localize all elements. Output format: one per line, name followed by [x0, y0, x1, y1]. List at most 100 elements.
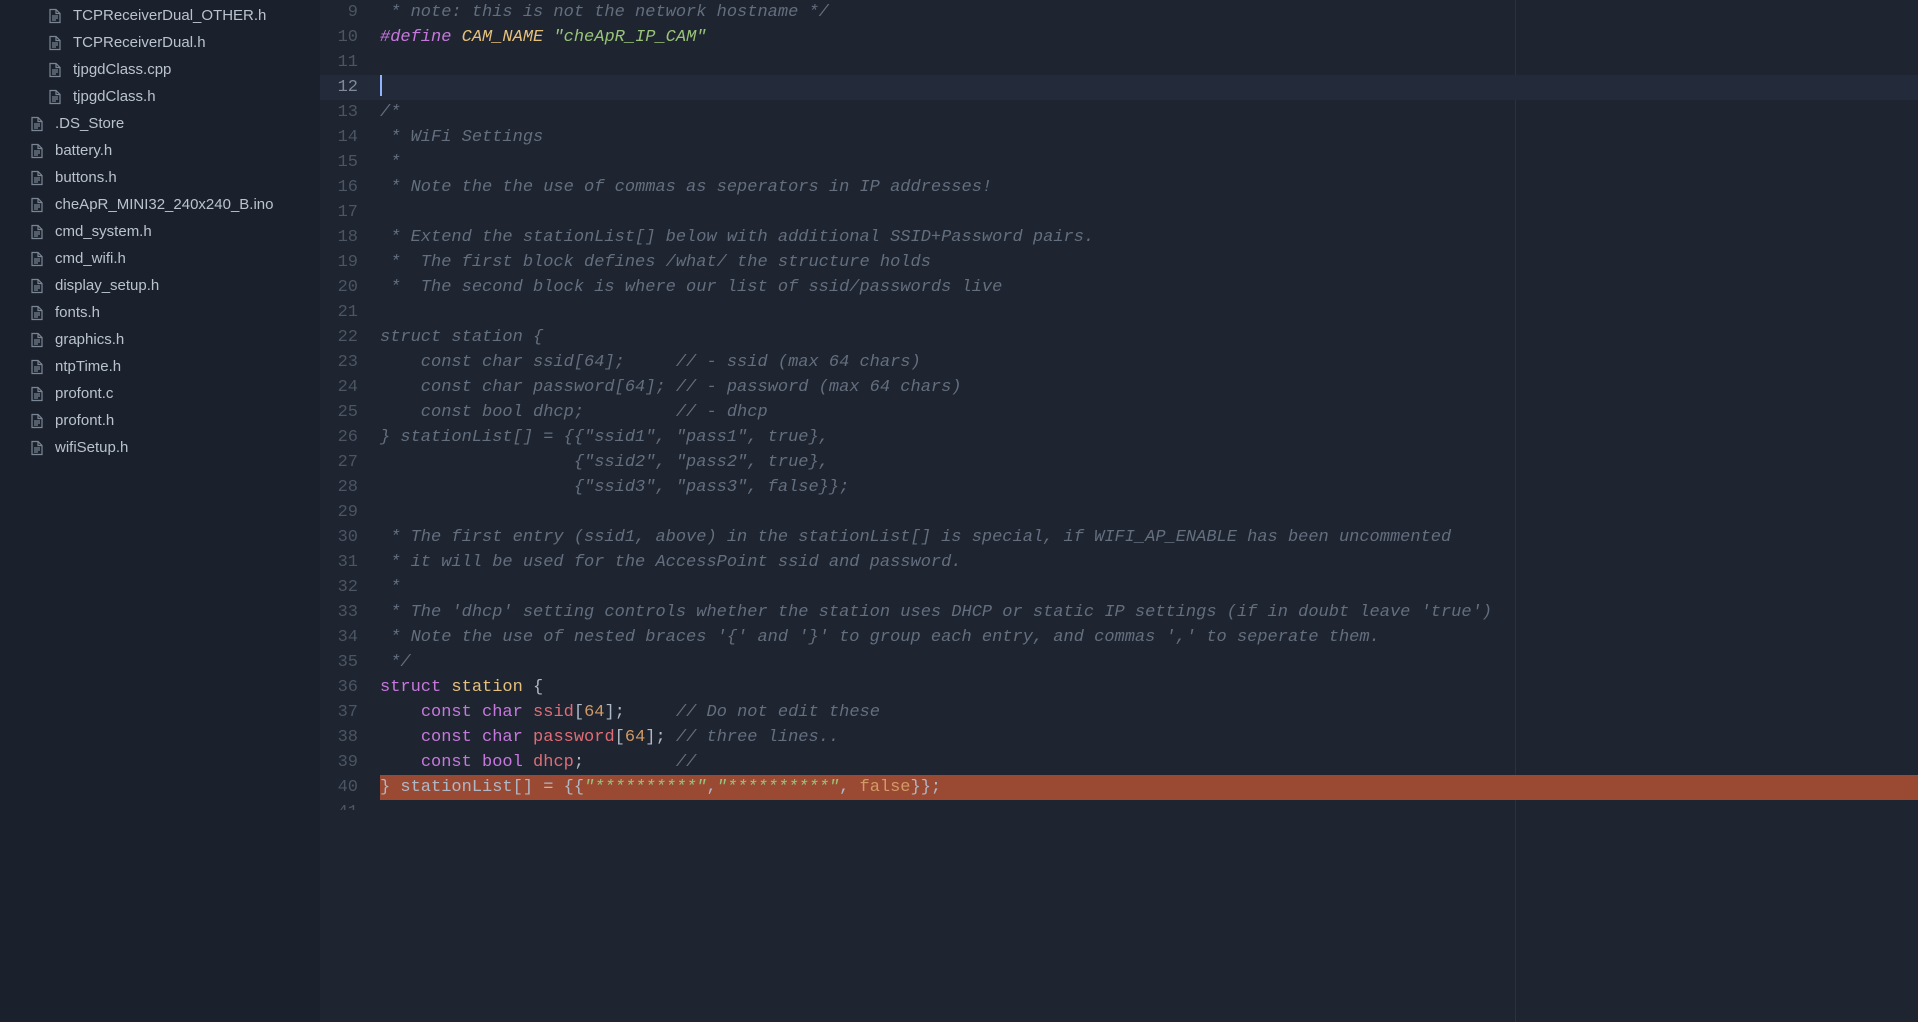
- code-line[interactable]: 37 const char ssid[64]; // Do not edit t…: [320, 700, 1918, 725]
- file-tree-item[interactable]: profont.h: [0, 407, 320, 434]
- code-content[interactable]: {"ssid2", "pass2", true},: [380, 450, 1918, 475]
- file-tree-item[interactable]: tjpgdClass.h: [0, 83, 320, 110]
- code-line[interactable]: 22struct station {: [320, 325, 1918, 350]
- code-content[interactable]: * The second block is where our list of …: [380, 275, 1918, 300]
- keyword: struct: [380, 678, 441, 697]
- code-line[interactable]: 10#define CAM_NAME "cheApR_IP_CAM": [320, 25, 1918, 50]
- text-cursor: [380, 75, 382, 96]
- file-tree-item[interactable]: tjpgdClass.cpp: [0, 56, 320, 83]
- code-line[interactable]: 13/*: [320, 100, 1918, 125]
- file-tree-item[interactable]: TCPReceiverDual.h: [0, 29, 320, 56]
- code-editor[interactable]: 9 * note: this is not the network hostna…: [320, 0, 1918, 1022]
- file-tree-item[interactable]: graphics.h: [0, 326, 320, 353]
- file-tree-item[interactable]: wifiSetup.h: [0, 434, 320, 461]
- code-line[interactable]: 26} stationList[] = {{"ssid1", "pass1", …: [320, 425, 1918, 450]
- code-content[interactable]: struct station {: [380, 675, 1918, 700]
- code-line[interactable]: 21: [320, 300, 1918, 325]
- code-line[interactable]: 12: [320, 75, 1918, 100]
- code-content[interactable]: const char ssid[64]; // - ssid (max 64 c…: [380, 350, 1918, 375]
- file-tree-item[interactable]: cmd_system.h: [0, 218, 320, 245]
- code-content[interactable]: * it will be used for the AccessPoint ss…: [380, 550, 1918, 575]
- code-line[interactable]: 30 * The first entry (ssid1, above) in t…: [320, 525, 1918, 550]
- code-line[interactable]: 14 * WiFi Settings: [320, 125, 1918, 150]
- code-line[interactable]: 17: [320, 200, 1918, 225]
- field-name: dhcp: [533, 753, 574, 772]
- file-tree-item[interactable]: TCPReceiverDual_OTHER.h: [0, 2, 320, 29]
- code-line[interactable]: 9 * note: this is not the network hostna…: [320, 0, 1918, 25]
- code-content[interactable]: [380, 300, 1918, 325]
- code-line[interactable]: 40} stationList[] = {{"**********","****…: [320, 775, 1918, 800]
- code-content[interactable]: const char password[64]; // three lines.…: [380, 725, 1918, 750]
- code-line[interactable]: 20 * The second block is where our list …: [320, 275, 1918, 300]
- file-tree-item[interactable]: .DS_Store: [0, 110, 320, 137]
- code-content[interactable]: [380, 50, 1918, 75]
- code-line[interactable]: 35 */: [320, 650, 1918, 675]
- file-tree-item-label: profont.h: [55, 412, 114, 429]
- code-content[interactable]: {"ssid3", "pass3", false}};: [380, 475, 1918, 500]
- code-line[interactable]: 25 const bool dhcp; // - dhcp: [320, 400, 1918, 425]
- file-tree-item[interactable]: fonts.h: [0, 299, 320, 326]
- file-tree-sidebar[interactable]: TCPReceiverDual_OTHER.hTCPReceiverDual.h…: [0, 0, 320, 1022]
- code-content[interactable]: * The first entry (ssid1, above) in the …: [380, 525, 1918, 550]
- code-content[interactable]: * The first block defines /what/ the str…: [380, 250, 1918, 275]
- code-line[interactable]: 33 * The 'dhcp' setting controls whether…: [320, 600, 1918, 625]
- file-icon: [28, 142, 46, 160]
- code-content[interactable]: } stationList[] = {{"ssid1", "pass1", tr…: [380, 425, 1918, 450]
- code-content[interactable]: */: [380, 650, 1918, 675]
- code-content[interactable]: [380, 75, 1918, 100]
- file-tree-item[interactable]: battery.h: [0, 137, 320, 164]
- code-content[interactable]: const bool dhcp; //: [380, 750, 1918, 775]
- code-line[interactable]: 39 const bool dhcp; //: [320, 750, 1918, 775]
- code-line[interactable]: 19 * The first block defines /what/ the …: [320, 250, 1918, 275]
- code-line[interactable]: 34 * Note the use of nested braces '{' a…: [320, 625, 1918, 650]
- code-content[interactable]: #define CAM_NAME "cheApR_IP_CAM": [380, 25, 1918, 50]
- file-tree-item[interactable]: profont.c: [0, 380, 320, 407]
- file-tree-item-label: battery.h: [55, 142, 112, 159]
- file-tree-item[interactable]: buttons.h: [0, 164, 320, 191]
- code-content[interactable]: * note: this is not the network hostname…: [380, 0, 1918, 25]
- code-content[interactable]: [380, 800, 1918, 810]
- line-number: 13: [320, 100, 380, 125]
- code-line[interactable]: 11: [320, 50, 1918, 75]
- code-content[interactable]: *: [380, 575, 1918, 600]
- code-content[interactable]: const bool dhcp; // - dhcp: [380, 400, 1918, 425]
- code-line[interactable]: 41: [320, 800, 1918, 810]
- code-content[interactable]: [380, 500, 1918, 525]
- code-line[interactable]: 32 *: [320, 575, 1918, 600]
- line-number: 38: [320, 725, 380, 750]
- code-line[interactable]: 29: [320, 500, 1918, 525]
- code-line[interactable]: 18 * Extend the stationList[] below with…: [320, 225, 1918, 250]
- code-content[interactable]: [380, 200, 1918, 225]
- code-line[interactable]: 16 * Note the the use of commas as seper…: [320, 175, 1918, 200]
- code-content[interactable]: * WiFi Settings: [380, 125, 1918, 150]
- file-icon: [28, 358, 46, 376]
- file-tree-item[interactable]: display_setup.h: [0, 272, 320, 299]
- file-tree-item-label: display_setup.h: [55, 277, 159, 294]
- line-number: 39: [320, 750, 380, 775]
- code-content[interactable]: * Note the use of nested braces '{' and …: [380, 625, 1918, 650]
- code-content[interactable]: *: [380, 150, 1918, 175]
- code-line[interactable]: 28 {"ssid3", "pass3", false}};: [320, 475, 1918, 500]
- code-content[interactable]: struct station {: [380, 325, 1918, 350]
- line-number: 22: [320, 325, 380, 350]
- code-line[interactable]: 23 const char ssid[64]; // - ssid (max 6…: [320, 350, 1918, 375]
- code-content[interactable]: * Note the the use of commas as seperato…: [380, 175, 1918, 200]
- code-content[interactable]: } stationList[] = {{"**********","******…: [380, 775, 1918, 800]
- code-content[interactable]: /*: [380, 100, 1918, 125]
- code-content[interactable]: const char password[64]; // - password (…: [380, 375, 1918, 400]
- code-line[interactable]: 15 *: [320, 150, 1918, 175]
- code-line[interactable]: 38 const char password[64]; // three lin…: [320, 725, 1918, 750]
- code-content[interactable]: const char ssid[64]; // Do not edit thes…: [380, 700, 1918, 725]
- file-tree-item[interactable]: cmd_wifi.h: [0, 245, 320, 272]
- code-content[interactable]: * The 'dhcp' setting controls whether th…: [380, 600, 1918, 625]
- file-tree-item-label: cmd_system.h: [55, 223, 152, 240]
- file-tree-item[interactable]: ntpTime.h: [0, 353, 320, 380]
- code-line[interactable]: 24 const char password[64]; // - passwor…: [320, 375, 1918, 400]
- comment: // Do not edit these: [676, 703, 880, 722]
- code-line[interactable]: 31 * it will be used for the AccessPoint…: [320, 550, 1918, 575]
- code-content[interactable]: * Extend the stationList[] below with ad…: [380, 225, 1918, 250]
- file-tree-item[interactable]: cheApR_MINI32_240x240_B.ino: [0, 191, 320, 218]
- code-line[interactable]: 27 {"ssid2", "pass2", true},: [320, 450, 1918, 475]
- code-line[interactable]: 36struct station {: [320, 675, 1918, 700]
- identifier: station: [451, 678, 522, 697]
